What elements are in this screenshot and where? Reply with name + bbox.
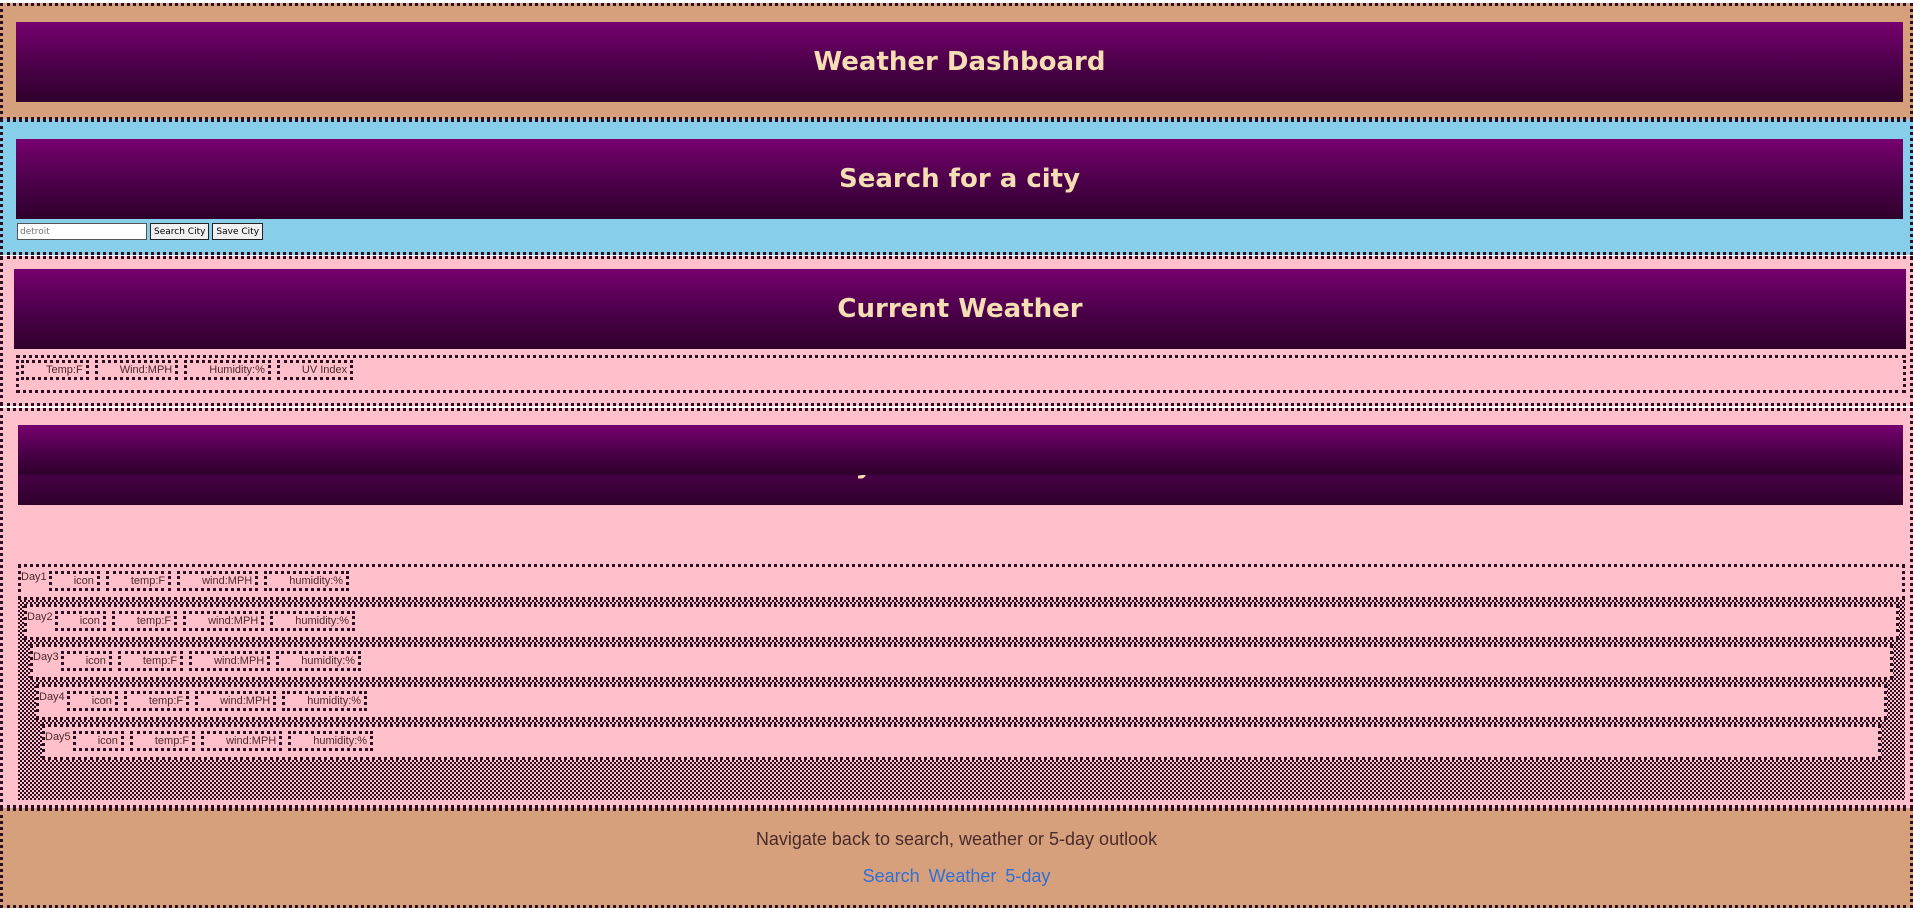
day-temp: temp:F [105, 571, 172, 591]
day-humidity: humidity:% [270, 611, 356, 631]
search-city-button[interactable]: Search City [150, 223, 210, 240]
footer: Navigate back to search, weather or 5-da… [0, 808, 1913, 908]
search-form: Search City Save City [17, 223, 264, 240]
current-uv-index: UV Index [276, 360, 354, 380]
day-label: Day1 [21, 571, 47, 583]
day-label: Day3 [33, 651, 59, 663]
search-section: Search for a city Search City Save City [0, 119, 1913, 255]
day-label: Day5 [45, 731, 71, 743]
current-humidity: Humidity:% [184, 360, 271, 380]
day-humidity: humidity:% [264, 571, 350, 591]
day-wind: wind:MPH [183, 611, 265, 631]
forecast-day-5: Day5 icon temp:F wind:MPH humidity:% [42, 724, 1881, 760]
footer-link-search[interactable]: Search [863, 866, 920, 886]
day-humidity: humidity:% [282, 691, 368, 711]
outlook-subbanner [18, 425, 1903, 475]
current-weather-heading: Current Weather [14, 269, 1906, 349]
current-weather-section: Current Weather Temp:F Wind:MPH Humidity… [0, 256, 1913, 406]
day-label: Day2 [27, 611, 53, 623]
weather-icon: icon [60, 651, 112, 671]
day-humidity: humidity:% [276, 651, 362, 671]
day-temp: temp:F [123, 691, 190, 711]
day-wind: wind:MPH [177, 571, 259, 591]
footer-link-weather[interactable]: Weather [929, 866, 997, 886]
current-temp: Temp:F [21, 360, 89, 380]
weather-icon: icon [66, 691, 118, 711]
day-label: Day4 [39, 691, 65, 703]
day-wind: wind:MPH [195, 691, 277, 711]
search-heading: Search for a city [16, 139, 1903, 219]
footer-text: Navigate back to search, weather or 5-da… [755, 829, 1158, 849]
header-section: Weather Dashboard [0, 3, 1913, 120]
day-wind: wind:MPH [201, 731, 283, 751]
footer-link-5-day[interactable]: 5-day [1005, 866, 1050, 886]
day-humidity: humidity:% [288, 731, 374, 751]
footer-nav: Search Weather 5-day [3, 866, 1910, 887]
current-weather-row: Temp:F Wind:MPH Humidity:% UV Index [16, 355, 1906, 393]
weather-icon: icon [48, 571, 100, 591]
day-temp: temp:F [111, 611, 178, 631]
forecast-day-4: Day4 icon temp:F wind:MPH humidity:% [36, 684, 1887, 720]
city-search-input[interactable] [17, 223, 147, 240]
day-temp: temp:F [129, 731, 196, 751]
current-wind: Wind:MPH [94, 360, 179, 380]
day-temp: temp:F [117, 651, 184, 671]
page-title: Weather Dashboard [16, 22, 1903, 102]
forecast-day-1: Day1 icon temp:F wind:MPH humidity:% [18, 564, 1905, 600]
weather-icon: icon [54, 611, 106, 631]
forecast-day-2: Day2 icon temp:F wind:MPH humidity:% [24, 604, 1899, 640]
save-city-button[interactable]: Save City [212, 223, 264, 240]
forecast-list: Day1 icon temp:F wind:MPH humidity:% Day… [18, 564, 1905, 800]
outlook-section: 5-day Weather Outlook Day1 icon temp:F w… [0, 408, 1913, 808]
day-wind: wind:MPH [189, 651, 271, 671]
weather-icon: icon [72, 731, 124, 751]
forecast-day-3: Day3 icon temp:F wind:MPH humidity:% [30, 644, 1893, 680]
